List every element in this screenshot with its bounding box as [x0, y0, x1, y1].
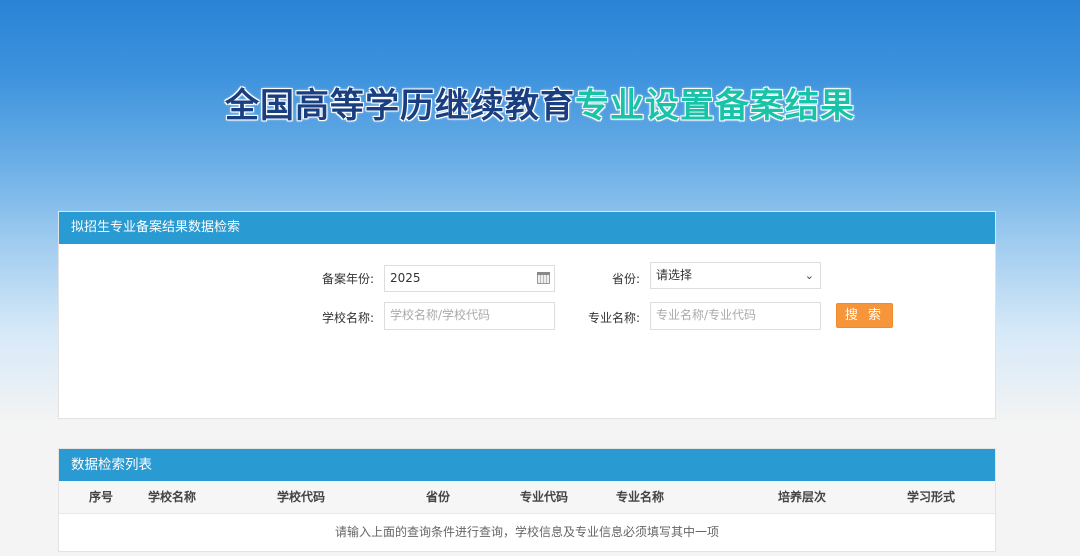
- province-select[interactable]: 请选择 ⌄: [650, 262, 821, 289]
- column-header-study-mode: 学习形式: [907, 490, 956, 504]
- column-header-province: 省份: [426, 490, 451, 504]
- column-header-school-name: 学校名称: [148, 490, 197, 504]
- column-header-major-code: 专业代码: [520, 490, 569, 504]
- major-placeholder: 专业名称/专业代码: [656, 308, 757, 322]
- column-header-index: 序号: [89, 490, 114, 504]
- province-label: 省份:: [611, 272, 640, 286]
- page-title-part1: 全国高等学历继续教育: [225, 86, 575, 126]
- school-input[interactable]: 学校名称/学校代码: [384, 302, 555, 330]
- empty-message: 请输入上面的查询条件进行查询，学校信息及专业信息必须填写其中一项: [334, 525, 719, 539]
- page-title-part2: 专业设置备案结果: [575, 86, 855, 126]
- search-panel-heading: 拟招生专业备案结果数据检索: [59, 212, 995, 244]
- chevron-down-icon[interactable]: ⌄: [805, 263, 814, 288]
- year-label: 备案年份:: [321, 272, 374, 286]
- school-placeholder: 学校名称/学校代码: [390, 308, 491, 322]
- calendar-icon[interactable]: [537, 272, 550, 284]
- column-header-school-code: 学校代码: [277, 490, 326, 504]
- table-header: 序号 学校名称 学校代码 省份 专业代码 专业名称 培养层次 学习形式: [59, 481, 995, 514]
- column-header-level: 培养层次: [778, 490, 827, 504]
- year-value: 2025: [390, 271, 421, 285]
- major-input[interactable]: 专业名称/专业代码: [650, 302, 821, 330]
- year-input[interactable]: 2025: [384, 265, 555, 292]
- province-value: 请选择: [656, 268, 693, 282]
- search-button[interactable]: 搜 索: [836, 303, 893, 328]
- page-title: 全国高等学历继续教育专业设置备案结果: [0, 78, 1080, 127]
- school-label: 学校名称:: [321, 311, 374, 325]
- list-panel-heading: 数据检索列表: [59, 449, 995, 481]
- column-header-major-name: 专业名称: [616, 490, 665, 504]
- major-label: 专业名称:: [587, 311, 640, 325]
